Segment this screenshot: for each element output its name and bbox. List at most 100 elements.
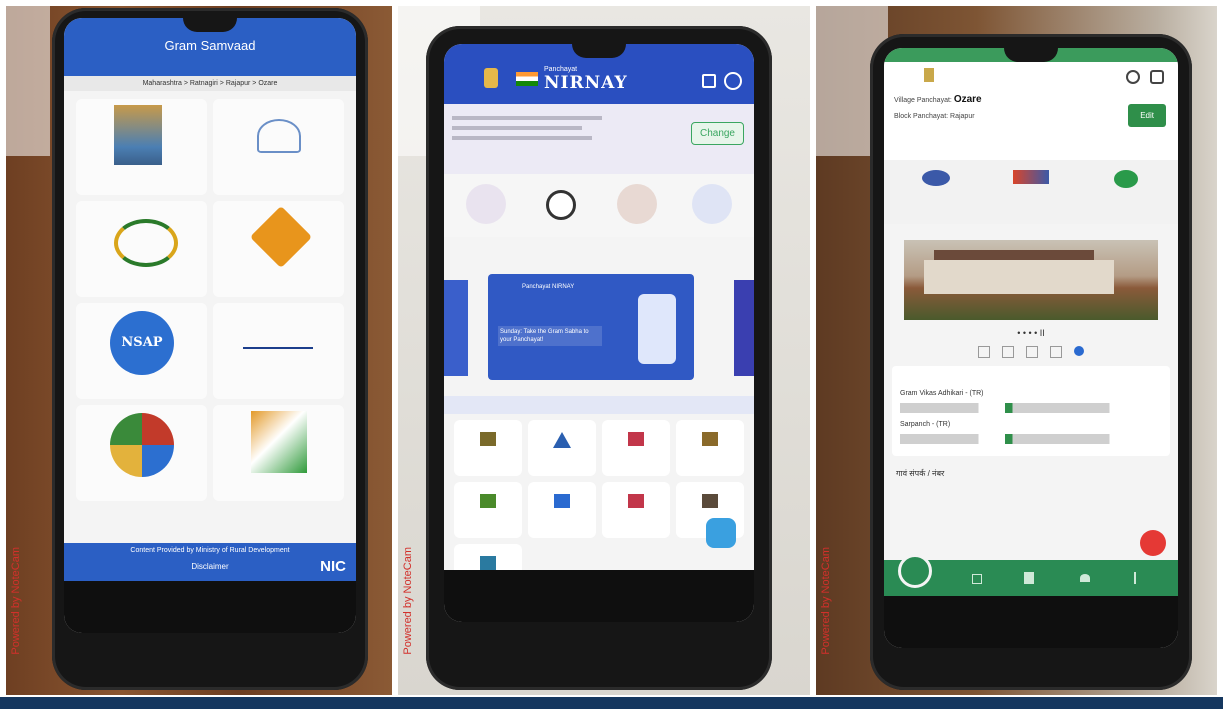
phone-notch: [572, 44, 626, 58]
service-tile[interactable]: [602, 420, 670, 476]
triangle-icon: [553, 432, 571, 448]
location-breadcrumb[interactable]: Maharashtra > Ratnagiri > Rajapur > Ozar…: [64, 76, 356, 91]
service-tile[interactable]: [454, 482, 522, 538]
favorite-nav-icon[interactable]: [1080, 574, 1090, 582]
village-heading: Village Panchayat: Ozare: [894, 94, 1168, 105]
feature-item[interactable]: [682, 184, 742, 227]
feature-item[interactable]: [531, 184, 591, 227]
scheme-grid: NSAP: [64, 91, 356, 509]
service-tile[interactable]: [528, 420, 596, 476]
phone-screen: Gram Samvaad Maharashtra > Ratnagiri > R…: [64, 18, 356, 633]
profile-icon[interactable]: [1150, 70, 1164, 84]
banner-text: Sunday: Take the Gram Sabha to your Panc…: [498, 326, 602, 346]
nic-logo: NIC: [320, 558, 346, 575]
app-footer: Content Provided by Ministry of Rural De…: [64, 543, 356, 581]
badge-icon: [702, 494, 718, 508]
phone-notch: [1004, 48, 1058, 62]
block-line: Block Panchayat: Rajapur: [894, 113, 975, 120]
service-tile[interactable]: [602, 482, 670, 538]
phone-chin: [64, 581, 356, 633]
section-header: [444, 396, 754, 414]
book-icon: [628, 432, 644, 446]
phone-notch: [183, 18, 237, 32]
action-icon[interactable]: [1074, 346, 1084, 356]
powered-by-watermark: Powered by NoteCam: [10, 547, 22, 655]
feature-item[interactable]: [456, 184, 516, 227]
phone-chin: [444, 570, 754, 622]
ministry-logo-icon: [251, 411, 307, 473]
action-icon[interactable]: [1050, 346, 1062, 358]
swachh-bharat-logo-icon: [257, 119, 301, 153]
promo-banner[interactable]: Panchayat NIRNAY Sunday: Take the Gram S…: [488, 274, 694, 380]
more-nav-icon[interactable]: [1134, 572, 1136, 584]
carousel-dots[interactable]: • • • • II: [884, 328, 1178, 338]
panchayat-info-card: Change: [444, 104, 754, 174]
footer-strip: [0, 697, 1223, 709]
info-line: [452, 136, 592, 140]
panchayat-icon: [465, 184, 506, 224]
video-icon: [554, 494, 570, 508]
refresh-icon[interactable]: [1126, 70, 1140, 84]
pmay-icon: [1012, 170, 1049, 184]
home-icon[interactable]: [702, 74, 716, 88]
scheme-tile[interactable]: [213, 405, 344, 501]
box-icon: [702, 432, 718, 446]
scheme-item[interactable]: [1003, 170, 1059, 214]
action-icon[interactable]: [1002, 346, 1014, 358]
powered-by-watermark: Powered by NoteCam: [820, 547, 832, 655]
phone-illustration-icon: [638, 294, 676, 364]
scheme-item[interactable]: [908, 170, 964, 214]
contact-row: [900, 434, 1162, 444]
floating-action-button[interactable]: [706, 518, 736, 548]
feature-item[interactable]: [607, 184, 667, 227]
phone-device: Village Panchayat: Ozare Block Panchayat…: [870, 34, 1192, 690]
disclaimer-link[interactable]: Disclaimer: [64, 562, 356, 571]
scheme-tile[interactable]: [76, 405, 207, 501]
bottom-caption: गावं संपर्क / नंबर: [896, 469, 945, 478]
scheme-tile[interactable]: [213, 99, 344, 195]
home-nav-icon[interactable]: [898, 554, 932, 588]
search-nav-icon[interactable]: [972, 574, 982, 584]
scheme-tile[interactable]: NSAP: [76, 303, 207, 399]
action-icon[interactable]: [978, 346, 990, 358]
service-tile[interactable]: [454, 420, 522, 476]
scheme-tile[interactable]: [213, 303, 344, 399]
edit-button[interactable]: Edit: [1128, 104, 1166, 127]
scheme-icons-row: [884, 160, 1178, 224]
contact-title: Sarpanch - (TR): [900, 421, 951, 428]
info-line: [452, 126, 582, 130]
scheme-tile[interactable]: [213, 201, 344, 297]
app-header: [884, 62, 1178, 90]
collage-logo-icon: [110, 413, 174, 477]
scheme-tile[interactable]: [76, 99, 207, 195]
change-button[interactable]: Change: [690, 122, 744, 145]
phone-device: Panchayat NIRNAY Change Panchayat NIRNAY …: [426, 26, 772, 690]
scheme-tile[interactable]: [76, 201, 207, 297]
photo-nirnay: Powered by NoteCam Panchayat NIRNAY Chang…: [398, 6, 810, 695]
service-tile[interactable]: [676, 420, 744, 476]
gift-icon: [480, 556, 496, 570]
upload-nav-icon[interactable]: [1024, 572, 1034, 584]
contact-row: [900, 403, 1162, 413]
photo-gram-samvaad: Powered by NoteCam Gram Samvaad Maharash…: [6, 6, 392, 695]
action-icon[interactable]: [1026, 346, 1038, 358]
emblem-icon: [484, 68, 498, 88]
brand-name: NIRNAY: [544, 73, 628, 93]
phone-screen: Panchayat NIRNAY Change Panchayat NIRNAY …: [444, 44, 754, 622]
feature-icons-row: [444, 174, 754, 237]
service-tile[interactable]: [528, 482, 596, 538]
contact-title: Gram Vikas Adhikari - (TR): [900, 390, 984, 397]
people-network-icon: [692, 184, 733, 224]
road-sign-icon: [249, 205, 313, 269]
profile-icon[interactable]: [724, 72, 742, 90]
bottom-navigation: [884, 554, 1178, 596]
record-button[interactable]: [1140, 530, 1166, 556]
panchayat-building-photo[interactable]: [904, 240, 1158, 320]
info-line: [452, 116, 602, 120]
app-title: Gram Samvaad: [164, 38, 256, 53]
brand-top: Panchayat: [544, 66, 578, 73]
scheme-item[interactable]: [1098, 170, 1154, 214]
flag-logo-icon: [516, 72, 538, 86]
contacts-card: Gram Vikas Adhikari - (TR) Sarpanch - (T…: [892, 366, 1170, 456]
house-icon: [921, 170, 950, 186]
